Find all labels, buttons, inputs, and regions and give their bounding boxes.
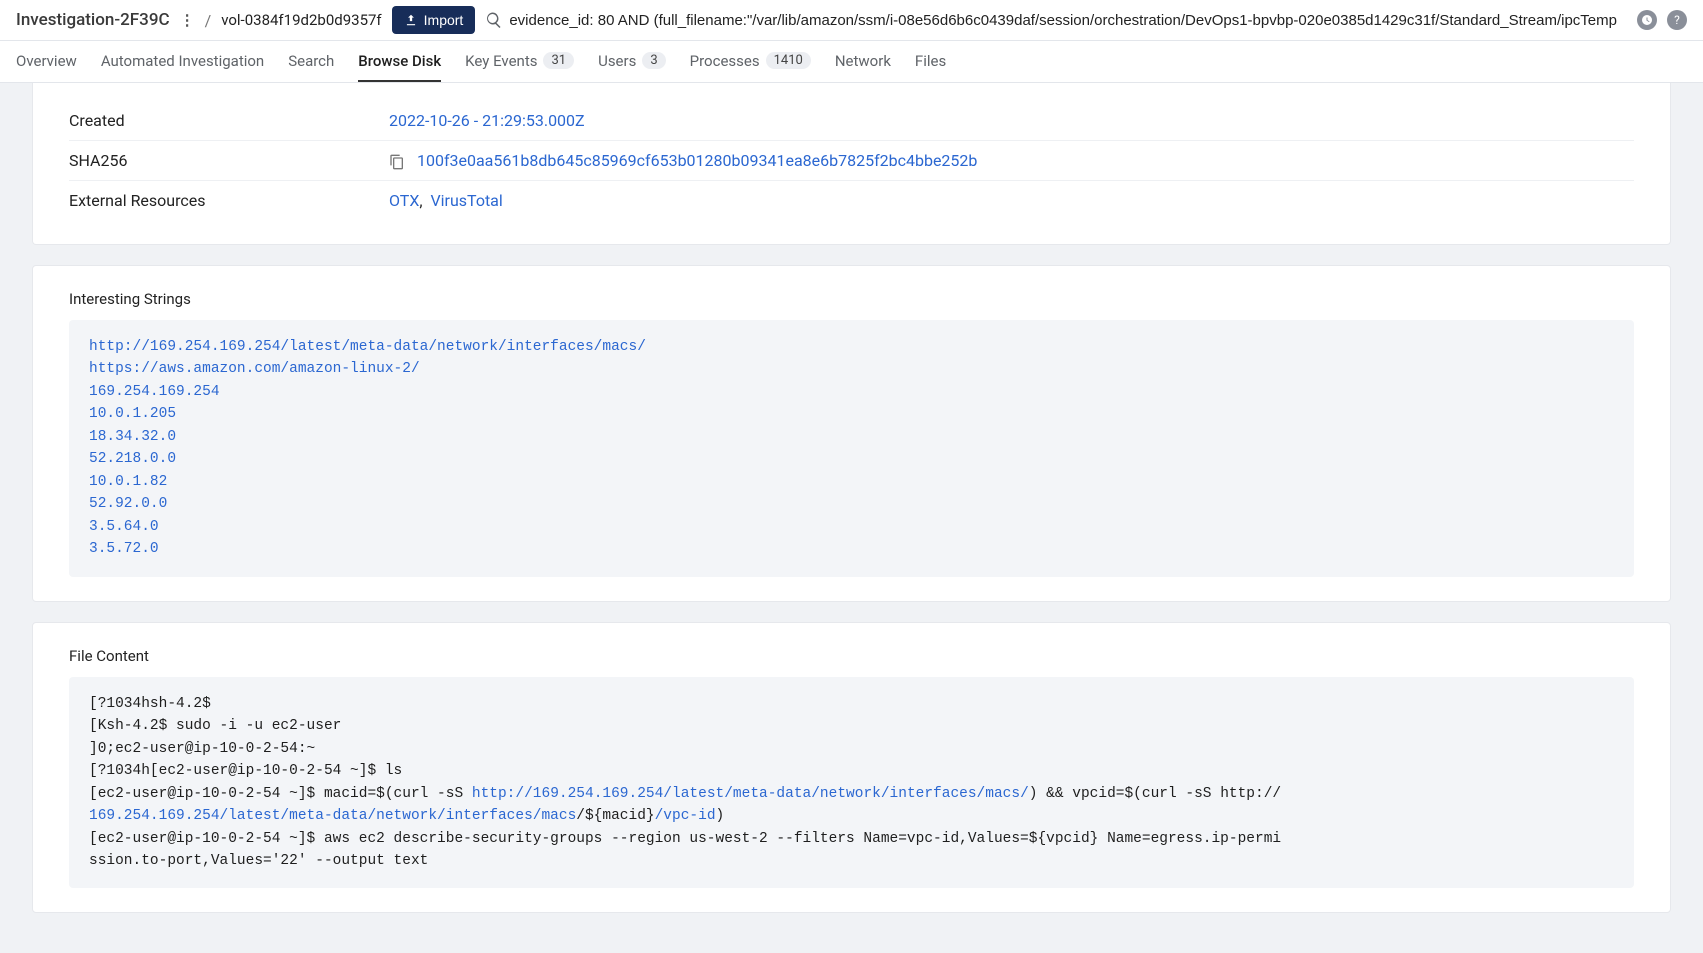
history-clock-icon[interactable] [1637, 10, 1657, 30]
fc-url[interactable]: 169.254.169.254/latest/meta-data/network… [89, 808, 576, 824]
file-details-card: Created 2022-10-26 - 21:29:53.000Z SHA25… [32, 83, 1671, 245]
search-input[interactable] [509, 12, 1627, 29]
tab-key-events[interactable]: Key Events31 [465, 41, 574, 82]
tab-users[interactable]: Users3 [598, 41, 666, 82]
tab-automated-investigation[interactable]: Automated Investigation [101, 41, 264, 82]
file-content-title: File Content [69, 647, 1634, 665]
string-item[interactable]: 18.34.32.0 [89, 429, 176, 445]
badge-processes: 1410 [766, 52, 811, 69]
fc-line: [?1034h[ec2-user@ip-10-0-2-54 ~]$ ls [89, 760, 1614, 782]
fc-line: [Ksh-4.2$ sudo -i -u ec2-user [89, 715, 1614, 737]
upload-icon [404, 13, 418, 27]
fc-url[interactable]: /vpc-id [655, 808, 716, 824]
fc-line: [ec2-user@ip-10-0-2-54 ~]$ macid=$(curl … [89, 783, 1614, 805]
tab-browse-disk[interactable]: Browse Disk [358, 41, 441, 82]
tab-network[interactable]: Network [835, 41, 891, 82]
string-item[interactable]: 3.5.72.0 [89, 541, 159, 557]
fc-line: 169.254.169.254/latest/meta-data/network… [89, 805, 1614, 827]
file-content-box: [?1034hsh-4.2$ [Ksh-4.2$ sudo -i -u ec2-… [69, 677, 1634, 889]
string-item[interactable]: http://169.254.169.254/latest/meta-data/… [89, 339, 646, 355]
string-item[interactable]: 52.218.0.0 [89, 451, 176, 467]
fc-url[interactable]: http://169.254.169.254/latest/meta-data/… [472, 786, 1029, 802]
interesting-strings-title: Interesting Strings [69, 290, 1634, 308]
search-icon [485, 11, 503, 29]
fc-line: ssion.to-port,Values='22' --output text [89, 850, 1614, 872]
string-item[interactable]: 10.0.1.205 [89, 406, 176, 422]
interesting-strings-box: http://169.254.169.254/latest/meta-data/… [69, 320, 1634, 577]
interesting-strings-card: Interesting Strings http://169.254.169.2… [32, 265, 1671, 602]
tab-processes[interactable]: Processes1410 [690, 41, 811, 82]
row-sha256: SHA256 100f3e0aa561b8db645c85969cf653b01… [69, 141, 1634, 181]
value-sha256[interactable]: 100f3e0aa561b8db645c85969cf653b01280b093… [417, 151, 977, 170]
row-created: Created 2022-10-26 - 21:29:53.000Z [69, 101, 1634, 141]
copy-icon[interactable] [389, 151, 409, 170]
label-created: Created [69, 111, 389, 130]
main-tabs: Overview Automated Investigation Search … [0, 41, 1703, 83]
string-item[interactable]: 10.0.1.82 [89, 474, 167, 490]
badge-key-events: 31 [543, 52, 574, 69]
fc-line: ]0;ec2-user@ip-10-0-2-54:~ [89, 738, 1614, 760]
badge-users: 3 [642, 52, 665, 69]
investigation-title: Investigation-2F39C [16, 10, 170, 30]
tab-search[interactable]: Search [288, 41, 334, 82]
tab-overview[interactable]: Overview [16, 41, 77, 82]
import-button[interactable]: Import [392, 6, 476, 34]
label-sha256: SHA256 [69, 151, 389, 170]
string-item[interactable]: 52.92.0.0 [89, 496, 167, 512]
fc-line: [?1034hsh-4.2$ [89, 693, 1614, 715]
breadcrumb-separator: / [205, 11, 212, 30]
string-item[interactable]: 3.5.64.0 [89, 519, 159, 535]
file-content-card: File Content [?1034hsh-4.2$ [Ksh-4.2$ su… [32, 622, 1671, 914]
top-header: Investigation-2F39C ⋮ / vol-0384f19d2b0d… [0, 0, 1703, 41]
search-bar[interactable] [485, 11, 1627, 29]
value-created[interactable]: 2022-10-26 - 21:29:53.000Z [389, 111, 585, 130]
help-icon[interactable]: ? [1667, 10, 1687, 30]
link-otx[interactable]: OTX [389, 191, 419, 210]
label-external-resources: External Resources [69, 191, 389, 210]
row-external-resources: External Resources OTX, VirusTotal [69, 181, 1634, 220]
investigation-menu-icon[interactable]: ⋮ [180, 11, 195, 29]
tab-files[interactable]: Files [915, 41, 946, 82]
string-item[interactable]: https://aws.amazon.com/amazon-linux-2/ [89, 361, 420, 377]
fc-line: [ec2-user@ip-10-0-2-54 ~]$ aws ec2 descr… [89, 828, 1614, 850]
string-item[interactable]: 169.254.169.254 [89, 384, 220, 400]
link-virustotal[interactable]: VirusTotal [430, 191, 502, 210]
volume-id[interactable]: vol-0384f19d2b0d9357f [221, 11, 381, 29]
ext-separator: , [419, 191, 422, 210]
import-label: Import [424, 12, 464, 28]
